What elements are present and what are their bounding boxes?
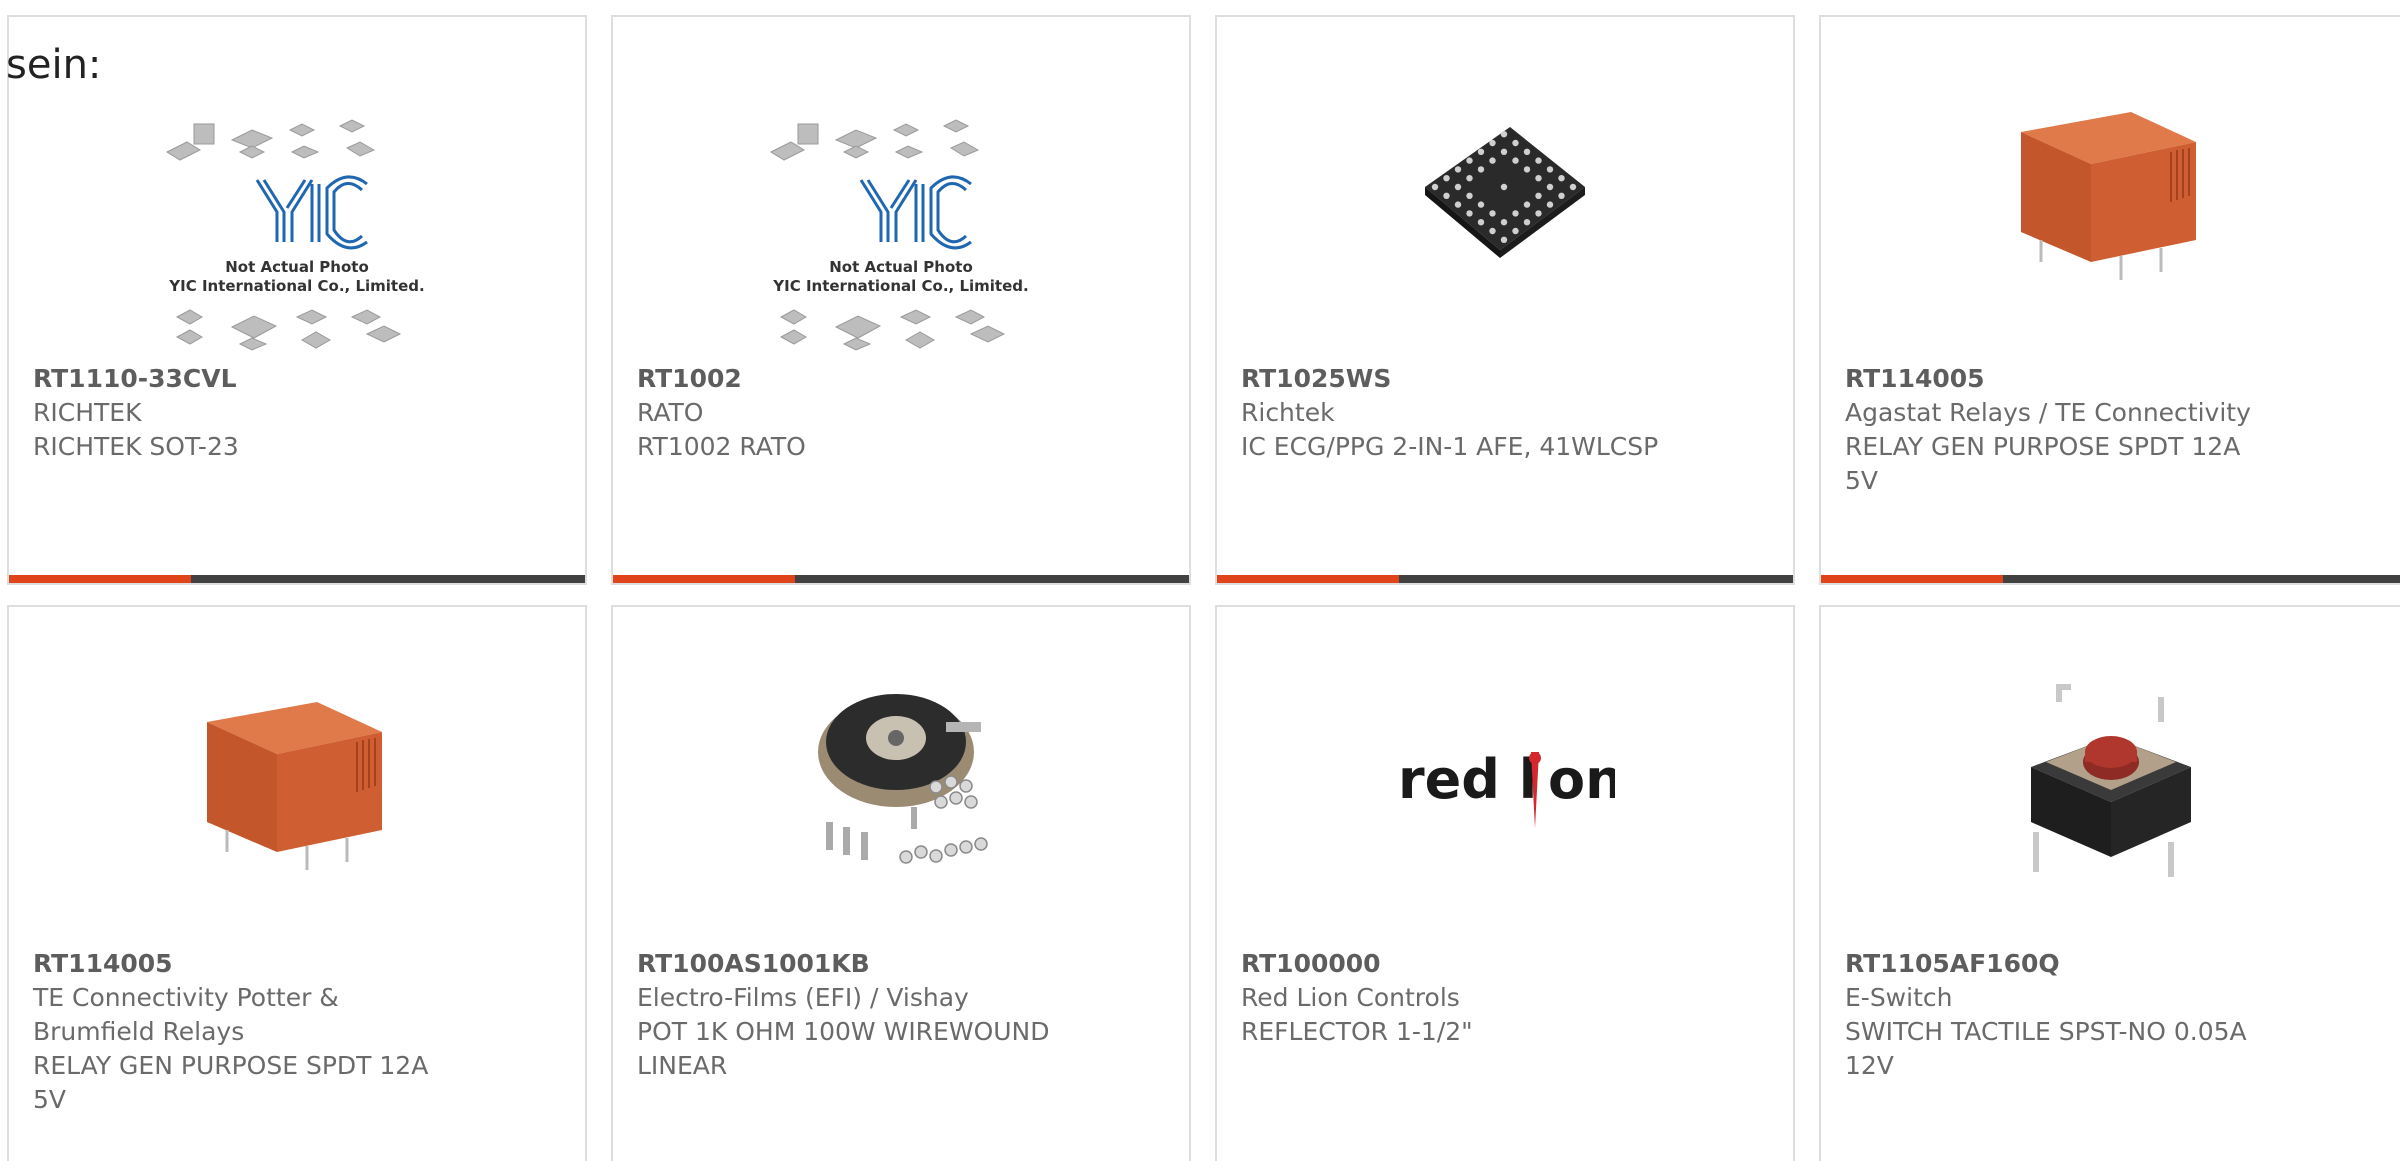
product-image (1821, 677, 2400, 887)
description: RELAY GEN PURPOSE SPDT 12A 5V (33, 1051, 429, 1114)
product-image (613, 677, 1189, 887)
product-info: RT100AS1001KB Electro-Films (EFI) / Vish… (637, 947, 1165, 1083)
manufacturer: E-Switch (1845, 983, 1953, 1012)
card-accent (9, 575, 191, 583)
svg-text:Not Actual Photo: Not Actual Photo (225, 258, 369, 276)
product-image: Not Actual Photo YIC International Co., … (613, 107, 1189, 367)
manufacturer: RICHTEK (33, 398, 142, 427)
product-info: RT114005 TE Connectivity Potter & Brumfi… (33, 947, 561, 1117)
product-card[interactable]: RT114005 TE Connectivity Potter & Brumfi… (7, 605, 587, 1161)
tactile-switch-icon (2031, 684, 2191, 877)
product-info: RT1110-33CVL RICHTEK RICHTEK SOT-23 (33, 362, 561, 464)
manufacturer: Agastat Relays / TE Connectivity (1845, 398, 2251, 427)
product-card[interactable]: RT1025WS Richtek IC ECG/PPG 2-IN-1 AFE, … (1215, 15, 1795, 585)
description: REFLECTOR 1-1/2" (1241, 1017, 1473, 1046)
manufacturer: Electro-Films (EFI) / Vishay (637, 983, 969, 1012)
product-image: Not Actual Photo YIC International Co., … (9, 107, 585, 367)
description: RICHTEK SOT-23 (33, 432, 239, 461)
product-card[interactable]: red l on RT100000 Red Lion Controls REFL… (1215, 605, 1795, 1161)
product-image (1821, 87, 2400, 297)
card-bottom-bar (613, 575, 1189, 583)
card-bottom-bar (1821, 575, 2400, 583)
product-image: red l on (1217, 677, 1793, 887)
red-lion-logo: red l on (1398, 748, 1615, 828)
card-bottom-bar (1217, 575, 1793, 583)
part-number[interactable]: RT1002 (637, 362, 1165, 396)
bga-chip-icon (1425, 127, 1585, 258)
part-number[interactable]: RT100000 (1241, 947, 1769, 981)
product-info: RT1025WS Richtek IC ECG/PPG 2-IN-1 AFE, … (1241, 362, 1769, 464)
relay-icon (2021, 112, 2196, 280)
card-accent (1821, 575, 2003, 583)
card-accent (1217, 575, 1399, 583)
product-info: RT100000 Red Lion Controls REFLECTOR 1-1… (1241, 947, 1769, 1049)
product-image (1217, 87, 1793, 297)
product-card[interactable]: Not Actual Photo YIC International Co., … (611, 15, 1191, 585)
product-card[interactable]: RT1105AF160Q E-Switch SWITCH TACTILE SPS… (1819, 605, 2400, 1161)
card-accent (613, 575, 795, 583)
description: RELAY GEN PURPOSE SPDT 12A 5V (1845, 432, 2241, 495)
product-info: RT1002 RATO RT1002 RATO (637, 362, 1165, 464)
product-card[interactable]: RT114005 Agastat Relays / TE Connectivit… (1819, 15, 2400, 585)
svg-text:on: on (1548, 748, 1615, 811)
part-number[interactable]: RT1025WS (1241, 362, 1769, 396)
relay-icon (207, 702, 382, 870)
product-info: RT114005 Agastat Relays / TE Connectivit… (1845, 362, 2393, 498)
intro-text: sein: (6, 42, 102, 88)
svg-text:red l: red l (1398, 748, 1537, 811)
potentiometer-icon (818, 694, 988, 864)
part-number[interactable]: RT114005 (1845, 362, 2393, 396)
svg-text:YIC International Co., Limited: YIC International Co., Limited. (772, 277, 1028, 295)
part-number[interactable]: RT1105AF160Q (1845, 947, 2393, 981)
yic-placeholder-icon: Not Actual Photo YIC International Co., … (769, 119, 1029, 351)
product-card[interactable]: Not Actual Photo YIC International Co., … (7, 15, 587, 585)
manufacturer: TE Connectivity Potter & Brumfield Relay… (33, 983, 339, 1046)
description: POT 1K OHM 100W WIREWOUND LINEAR (637, 1017, 1050, 1080)
part-number[interactable]: RT1110-33CVL (33, 362, 561, 396)
card-bottom-bar (9, 575, 585, 583)
description: IC ECG/PPG 2-IN-1 AFE, 41WLCSP (1241, 432, 1659, 461)
part-number[interactable]: RT100AS1001KB (637, 947, 1165, 981)
product-card[interactable]: RT100AS1001KB Electro-Films (EFI) / Vish… (611, 605, 1191, 1161)
description: RT1002 RATO (637, 432, 806, 461)
product-image (9, 677, 585, 887)
manufacturer: RATO (637, 398, 704, 427)
product-grid: Not Actual Photo YIC International Co., … (0, 0, 2400, 1161)
manufacturer: Richtek (1241, 398, 1335, 427)
svg-text:YIC International Co., Limited: YIC International Co., Limited. (168, 277, 424, 295)
description: SWITCH TACTILE SPST-NO 0.05A 12V (1845, 1017, 2247, 1080)
part-number[interactable]: RT114005 (33, 947, 561, 981)
svg-text:Not Actual Photo: Not Actual Photo (829, 258, 973, 276)
page: sein: Not Actual Photo YIC International… (0, 0, 2400, 1161)
yic-placeholder-icon: Not Actual Photo YIC International Co., … (165, 119, 425, 351)
product-info: RT1105AF160Q E-Switch SWITCH TACTILE SPS… (1845, 947, 2393, 1083)
manufacturer: Red Lion Controls (1241, 983, 1460, 1012)
